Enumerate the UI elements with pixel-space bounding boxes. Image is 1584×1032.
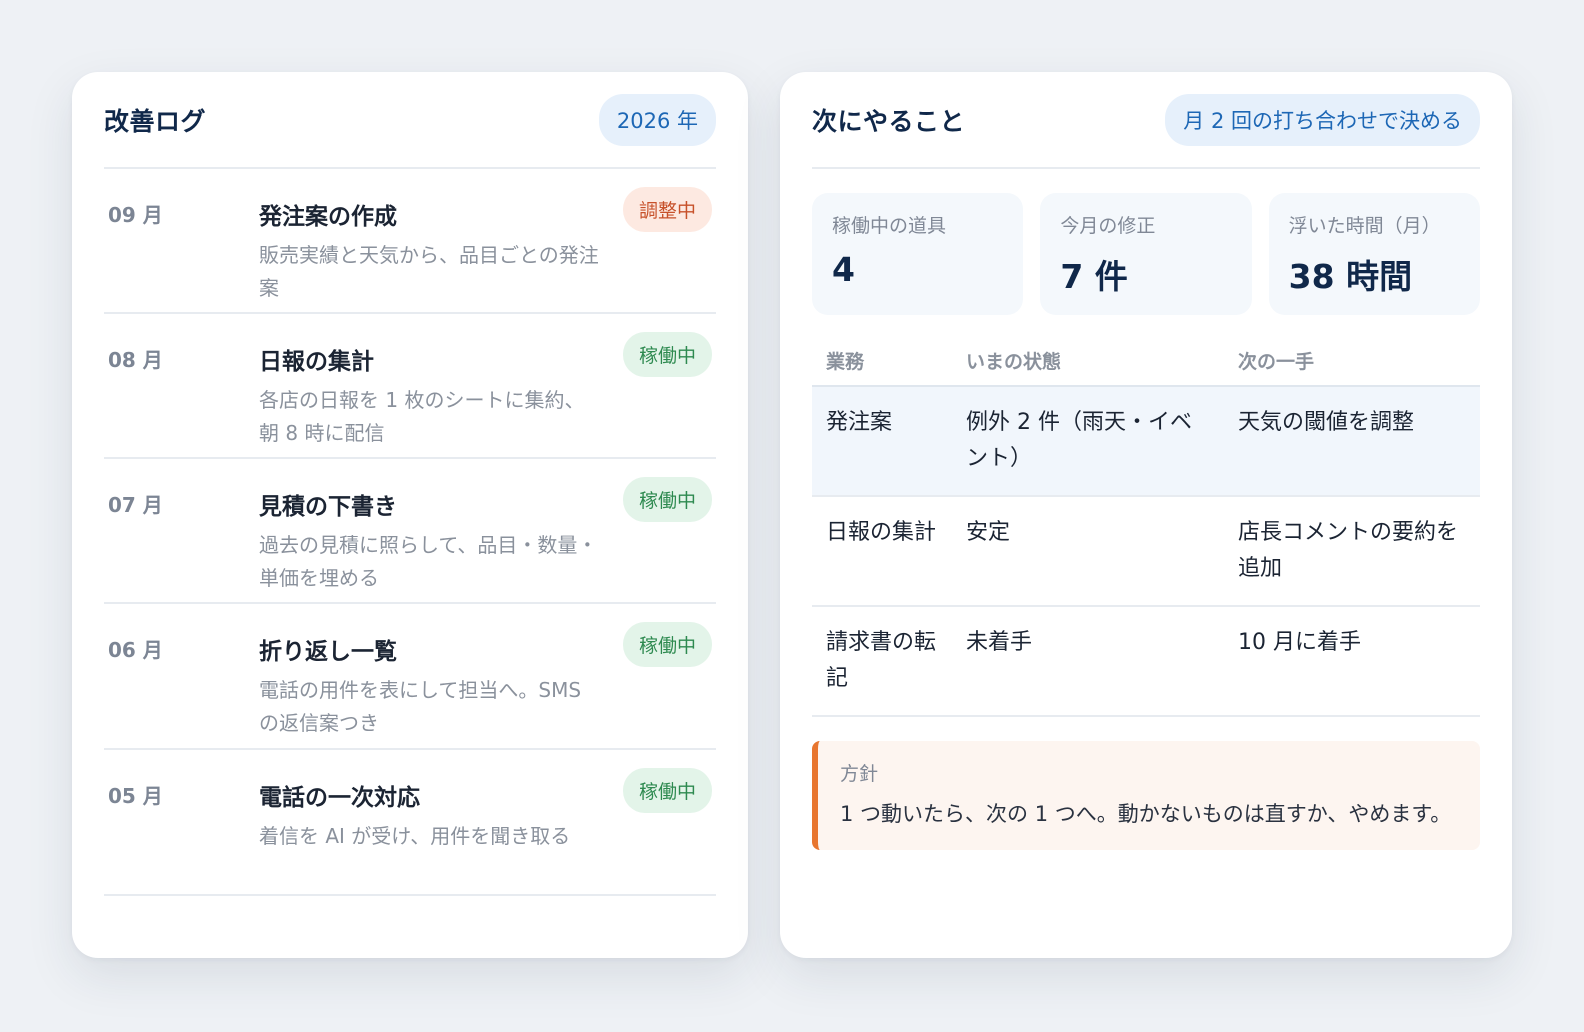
table-row[interactable]: 日報の集計 安定 店長コメントの要約を追加 (812, 496, 1480, 607)
stat-value: 38 時間 (1288, 257, 1413, 296)
stats-row: 稼働中の道具 4 今月の修正 7 件 浮いた時間（月） 38 時間 (812, 193, 1480, 315)
log-title: 発注案の作成 (259, 204, 397, 230)
log-title: 電話の一次対応 (259, 785, 420, 811)
cell-task: 請求書の転記 (812, 606, 952, 717)
log-item[interactable]: 09 月 発注案の作成 販売実績と天気から、品目ごとの発注案 調整中 (104, 169, 716, 314)
next-actions-title: 次にやること (812, 106, 966, 136)
meeting-badge[interactable]: 月 2 回の打ち合わせで決める (1165, 93, 1480, 146)
log-description: 着信を AI が受け、用件を聞き取る (259, 824, 571, 848)
next-actions-header: 次にやること 月 2 回の打ち合わせで決める (812, 72, 1480, 169)
cell-task: 発注案 (812, 386, 952, 497)
cell-status: 例外 2 件（雨天・イベント） (952, 386, 1224, 497)
policy-text: 1 つ動いたら、次の 1 つへ。動かないものは直すか、やめます。 (840, 802, 1452, 826)
log-description: 販売実績と天気から、品目ごとの発注案 (259, 243, 599, 300)
log-body: 電話の一次対応 着信を AI が受け、用件を聞き取る (259, 778, 599, 853)
cell-next-step: 店長コメントの要約を追加 (1224, 496, 1480, 607)
policy-callout: 方針 1 つ動いたら、次の 1 つへ。動かないものは直すか、やめます。 (812, 741, 1480, 850)
stat-card-time-saved: 浮いた時間（月） 38 時間 (1268, 193, 1480, 315)
log-title: 折り返し一覧 (259, 639, 397, 665)
column-header-task: 業務 (812, 335, 952, 387)
improvement-log-card: 改善ログ 2026 年 09 月 発注案の作成 販売実績と天気から、品目ごとの発… (72, 72, 748, 958)
cell-status: 安定 (952, 496, 1224, 607)
log-body: 日報の集計 各店の日報を 1 枚のシートに集約、朝 8 時に配信 (259, 342, 599, 450)
table-header-row: 業務 いまの状態 次の一手 (812, 335, 1480, 387)
stat-label: 稼働中の道具 (832, 215, 947, 237)
status-badge: 稼働中 (622, 768, 712, 813)
stat-value: 4 (832, 250, 855, 289)
log-description: 過去の見積に照らして、品目・数量・単価を埋める (259, 533, 598, 590)
cell-status: 未着手 (952, 606, 1224, 717)
log-month: 06 月 (108, 638, 163, 662)
log-body: 折り返し一覧 電話の用件を表にして担当へ。SMS の返信案つき (259, 632, 599, 740)
log-item[interactable]: 08 月 日報の集計 各店の日報を 1 枚のシートに集約、朝 8 時に配信 稼働… (104, 314, 716, 459)
column-header-status: いまの状態 (952, 335, 1224, 387)
status-badge: 稼働中 (622, 622, 712, 667)
policy-label: 方針 (840, 763, 879, 785)
log-item[interactable]: 06 月 折り返し一覧 電話の用件を表にして担当へ。SMS の返信案つき 稼働中 (104, 604, 716, 750)
log-month: 07 月 (108, 493, 163, 517)
cell-task: 日報の集計 (812, 496, 952, 607)
status-badge: 稼働中 (622, 477, 712, 522)
year-badge[interactable]: 2026 年 (598, 93, 716, 146)
log-month: 08 月 (108, 348, 163, 372)
log-title: 見積の下書き (259, 494, 397, 520)
log-body: 発注案の作成 販売実績と天気から、品目ごとの発注案 (259, 197, 599, 305)
plan-table: 業務 いまの状態 次の一手 発注案 例外 2 件（雨天・イベント） 天気の閾値を… (812, 335, 1480, 717)
stat-card-fixes: 今月の修正 7 件 (1040, 193, 1252, 315)
stat-value: 7 件 (1060, 257, 1128, 296)
next-actions-card: 次にやること 月 2 回の打ち合わせで決める 稼働中の道具 4 今月の修正 7 … (780, 72, 1512, 958)
status-badge: 調整中 (622, 187, 712, 232)
improvement-log-title: 改善ログ (104, 106, 207, 136)
log-month: 05 月 (108, 784, 163, 808)
table-row[interactable]: 発注案 例外 2 件（雨天・イベント） 天気の閾値を調整 (812, 386, 1480, 497)
log-body: 見積の下書き 過去の見積に照らして、品目・数量・単価を埋める (259, 487, 599, 595)
log-title: 日報の集計 (259, 349, 374, 375)
column-header-next-step: 次の一手 (1224, 335, 1480, 387)
log-item[interactable]: 07 月 見積の下書き 過去の見積に照らして、品目・数量・単価を埋める 稼働中 (104, 459, 716, 604)
log-month: 09 月 (108, 203, 163, 227)
cell-next-step: 天気の閾値を調整 (1224, 386, 1480, 497)
status-badge: 稼働中 (622, 332, 712, 377)
stat-card-tools: 稼働中の道具 4 (812, 193, 1024, 315)
log-description: 各店の日報を 1 枚のシートに集約、朝 8 時に配信 (259, 388, 585, 445)
log-list: 09 月 発注案の作成 販売実績と天気から、品目ごとの発注案 調整中 08 月 … (104, 169, 716, 896)
stat-label: 今月の修正 (1060, 215, 1156, 237)
cell-next-step: 10 月に着手 (1224, 606, 1480, 717)
stat-label: 浮いた時間（月） (1288, 215, 1441, 237)
table-row[interactable]: 請求書の転記 未着手 10 月に着手 (812, 606, 1480, 717)
improvement-log-header: 改善ログ 2026 年 (104, 72, 716, 169)
log-item[interactable]: 05 月 電話の一次対応 着信を AI が受け、用件を聞き取る 稼働中 (104, 750, 716, 896)
log-description: 電話の用件を表にして担当へ。SMS の返信案つき (259, 678, 582, 735)
